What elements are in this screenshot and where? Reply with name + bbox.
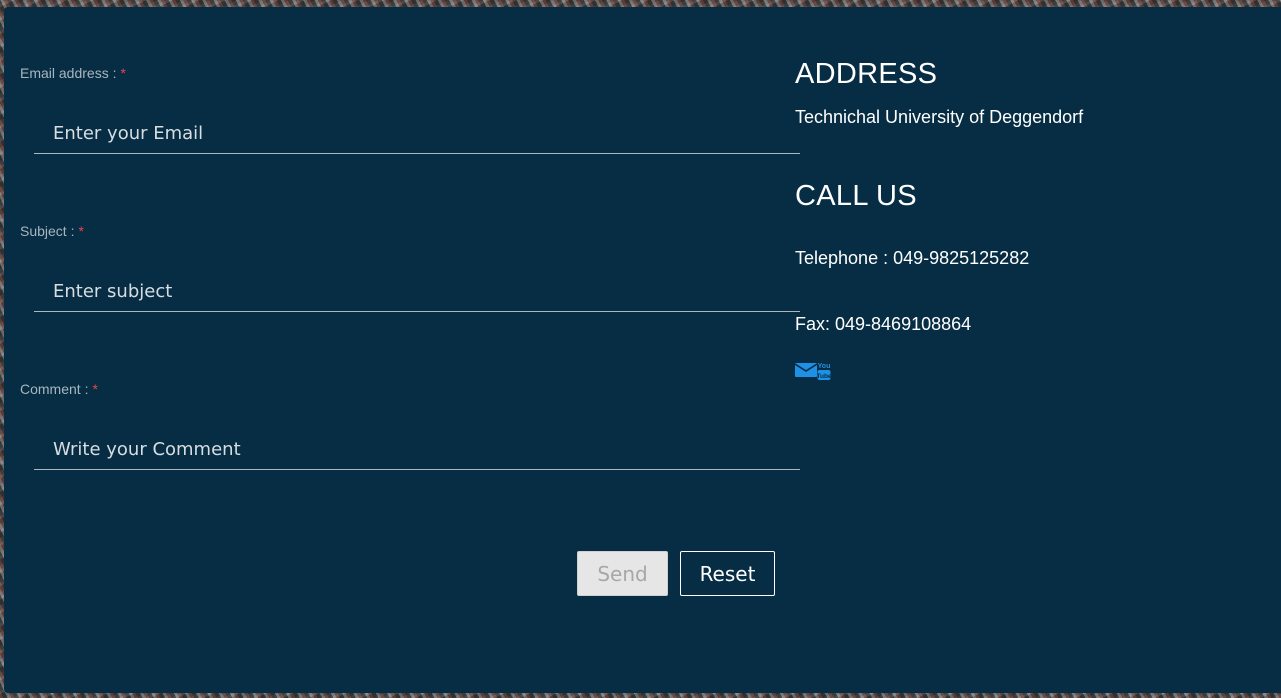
telephone-text: Telephone : 049-9825125282 (795, 248, 1030, 268)
address-heading: ADDRESS (795, 58, 938, 90)
subject-input[interactable] (34, 272, 800, 312)
email-link[interactable] (794, 361, 818, 379)
required-marker: * (92, 381, 98, 397)
contact-panel: Email address :* Subject :* Comment :* S… (4, 7, 1281, 693)
envelope-icon (794, 363, 818, 377)
comment-label-text: Comment : (20, 381, 89, 397)
email-input[interactable] (34, 114, 800, 154)
comment-input[interactable] (34, 430, 800, 470)
reset-button[interactable]: Reset (680, 551, 775, 596)
svg-text:Tube: Tube (817, 373, 831, 380)
comment-label: Comment : * (20, 381, 98, 397)
required-marker: * (120, 65, 126, 81)
send-button[interactable]: Send (577, 551, 668, 596)
social-links: You Tube (794, 361, 832, 381)
youtube-link[interactable]: You Tube (816, 361, 832, 381)
youtube-icon: You Tube (816, 363, 832, 380)
email-label: Email address : * (20, 65, 126, 81)
fax-text: Fax: 049-8469108864 (795, 314, 972, 334)
email-label-text: Email address : (20, 65, 117, 81)
required-marker: * (78, 223, 84, 239)
svg-text:You: You (818, 363, 831, 370)
subject-label: Subject : * (20, 223, 84, 239)
address-text: Technichal University of Deggendorf (795, 107, 1084, 127)
call-us-heading: CALL US (795, 180, 917, 212)
subject-label-text: Subject : (20, 223, 75, 239)
